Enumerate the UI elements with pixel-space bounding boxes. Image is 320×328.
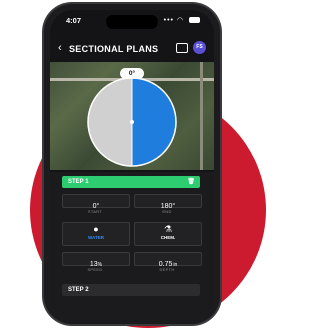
- page-title: SECTIONAL PLANS: [69, 44, 159, 54]
- start-label: START: [87, 209, 103, 214]
- app-screen: 4:07 ••• ◠ ‹ SECTIONAL PLANS FS 0° STEP …: [50, 10, 214, 324]
- end-angle-field[interactable]: 180°: [134, 194, 202, 210]
- status-time: 4:07: [66, 16, 82, 25]
- flask-icon: ⚗: [163, 224, 173, 234]
- avatar[interactable]: FS: [193, 41, 206, 54]
- speed-label: SPEED: [87, 267, 103, 272]
- step-panel: STEP 1 🗑 0° START 180° END ● WATER ⚗ CHE…: [50, 172, 214, 324]
- status-bar: 4:07 ••• ◠: [50, 10, 214, 32]
- angle-indicator: 0°: [120, 68, 144, 79]
- signal-icon: •••: [163, 17, 174, 24]
- back-button[interactable]: ‹: [58, 42, 62, 54]
- phone-frame: 4:07 ••• ◠ ‹ SECTIONAL PLANS FS 0° STEP …: [44, 4, 220, 324]
- pivot-center: [130, 120, 134, 124]
- status-icons: ••• ◠: [164, 16, 200, 24]
- water-label: WATER: [88, 235, 104, 240]
- dynamic-island: [106, 15, 158, 29]
- pivot-covered-section[interactable]: [132, 78, 176, 166]
- pivot-circle[interactable]: [86, 76, 178, 168]
- start-angle-field[interactable]: 0°: [62, 194, 130, 210]
- trash-icon[interactable]: 🗑: [187, 176, 195, 188]
- chem-label: CHEM.: [160, 235, 176, 240]
- depth-field[interactable]: 0.75in: [134, 252, 202, 268]
- step-1-title: STEP 1: [68, 179, 89, 185]
- step-2-title: STEP 2: [68, 287, 89, 293]
- end-label: END: [162, 209, 172, 214]
- chem-toggle[interactable]: ⚗ CHEM.: [134, 222, 202, 246]
- step-2-header[interactable]: STEP 2: [62, 284, 200, 296]
- depth-label: DEPTH: [159, 267, 175, 272]
- chat-icon[interactable]: [176, 43, 188, 53]
- step-1-header[interactable]: STEP 1 🗑: [62, 176, 200, 188]
- field-map[interactable]: 0°: [50, 62, 214, 170]
- header-bar: ‹ SECTIONAL PLANS FS: [50, 40, 214, 60]
- battery-icon: [189, 17, 200, 24]
- water-drop-icon: ●: [93, 224, 99, 234]
- speed-field[interactable]: 13%: [62, 252, 130, 268]
- road: [200, 62, 203, 170]
- water-toggle[interactable]: ● WATER: [62, 222, 130, 246]
- wifi-icon: ◠: [176, 17, 185, 24]
